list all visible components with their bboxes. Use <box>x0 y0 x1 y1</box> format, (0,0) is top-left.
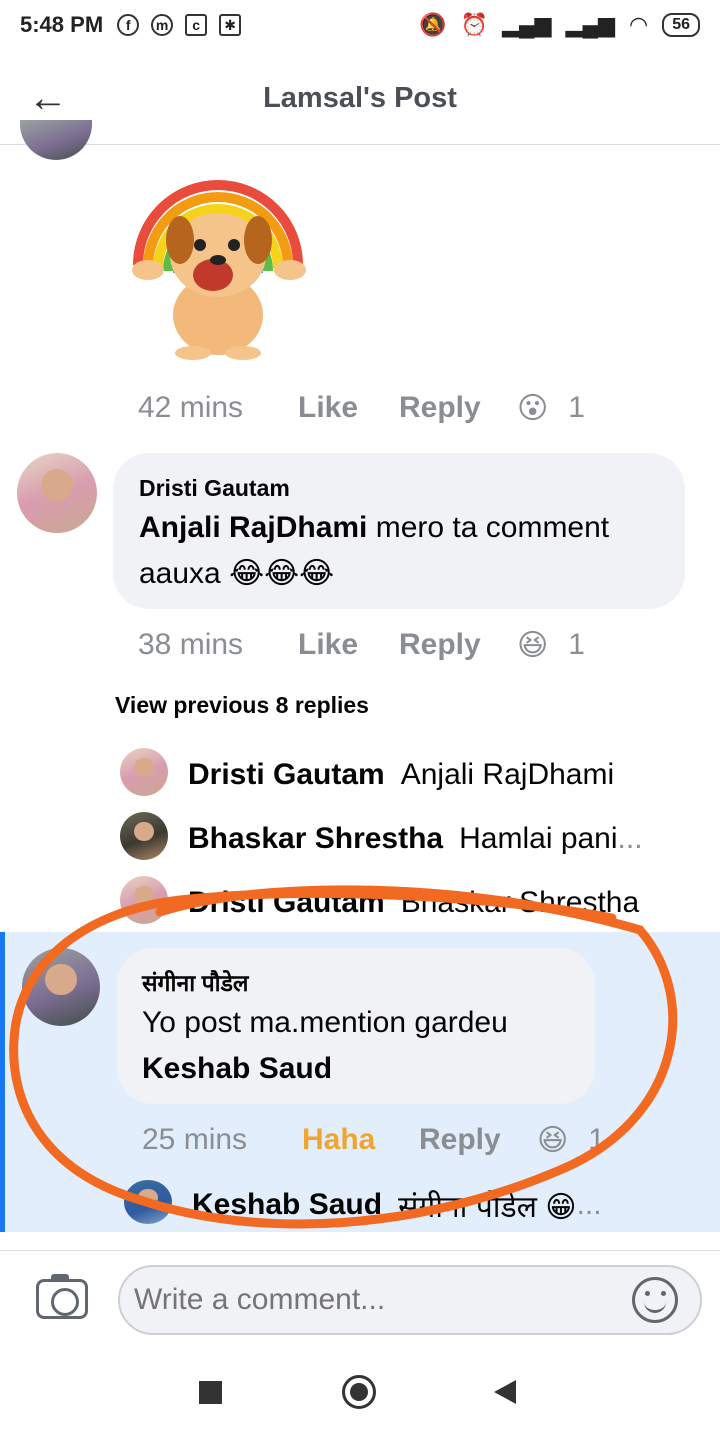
system-nav-bar <box>0 1345 720 1440</box>
reply-preview[interactable]: Keshab Saud संगीना पौडेल 😁 ... <box>124 1180 644 1230</box>
status-bar: 5:48 PM f m c ✱ 🔕 ⏰ ▂▄▆ ▂▄▆ ◠ 56 <box>0 0 720 50</box>
reaction-count[interactable]: 1 <box>568 391 585 425</box>
comment-actions: 42 mins Like Reply 😮 1 <box>138 388 585 428</box>
app-icon: ✱ <box>219 14 242 36</box>
status-app-icons: f m c ✱ <box>117 14 242 36</box>
reply-author[interactable]: Bhaskar Shrestha <box>188 822 443 856</box>
haha-reaction-icon[interactable]: 😆 <box>517 628 548 663</box>
facebook-icon: f <box>117 14 140 36</box>
reply-button[interactable]: Reply <box>399 628 517 662</box>
app-header: ← Lamsal's Post <box>0 50 720 145</box>
signal-icon: ▂▄▆ <box>502 12 552 37</box>
comment-text: Anjali RajDhami mero ta comment aauxa 😂😂… <box>139 505 669 597</box>
comment-input[interactable] <box>118 1265 702 1335</box>
comment-bubble[interactable]: संगीना पौडेल Yo post ma.mention gardeu K… <box>117 948 595 1104</box>
haha-reaction-icon[interactable]: 😆 <box>537 1123 568 1158</box>
comment-text-line1: mero ta comment <box>367 511 610 544</box>
avatar[interactable] <box>20 120 92 160</box>
comment-text-line2: aauxa 😂😂😂 <box>139 557 335 590</box>
avatar[interactable] <box>22 948 100 1026</box>
like-button[interactable]: Like <box>298 391 399 425</box>
signal-icon: ▂▄▆ <box>565 12 615 37</box>
comment-text-line1: Yo post ma.mention gardeu <box>142 1006 508 1039</box>
comment-bubble[interactable]: Dristi Gautam Anjali RajDhami mero ta co… <box>113 453 685 609</box>
haha-button[interactable]: Haha <box>302 1123 419 1157</box>
mention-link[interactable]: Keshab Saud <box>142 1052 332 1085</box>
page-title: Lamsal's Post <box>263 82 457 114</box>
alarm-icon: ⏰ <box>460 12 489 37</box>
reply-text: Anjali RajDhami <box>400 758 615 791</box>
smiley-icon[interactable] <box>632 1277 678 1323</box>
reaction-count[interactable]: 1 <box>588 1123 605 1157</box>
reply-preview[interactable]: Bhaskar Shrestha Hamlai pani ... <box>120 814 690 864</box>
comment-text: Yo post ma.mention gardeu Keshab Saud <box>142 1000 582 1092</box>
mention-link[interactable]: Anjali RajDhami <box>139 511 367 544</box>
reply-author[interactable]: Dristi Gautam <box>188 886 385 920</box>
reply-text: Bhaskar Shrestha <box>400 886 640 919</box>
dog-rainbow-sticker <box>132 180 306 360</box>
home-icon[interactable] <box>342 1375 376 1409</box>
reply-author[interactable]: Dristi Gautam <box>188 758 385 792</box>
reply-preview[interactable]: Dristi Gautam Anjali RajDhami <box>120 750 690 800</box>
reply-button[interactable]: Reply <box>399 391 517 425</box>
wifi-icon: ◠ <box>629 12 649 37</box>
comment-time[interactable]: 38 mins <box>138 628 298 662</box>
recent-apps-icon[interactable] <box>199 1381 222 1404</box>
app-icon: c <box>185 14 208 36</box>
reply-author[interactable]: Keshab Saud <box>192 1188 382 1222</box>
ellipsis: ... <box>576 1188 602 1221</box>
avatar[interactable] <box>17 453 97 533</box>
comment-time[interactable]: 42 mins <box>138 391 298 425</box>
wow-reaction-icon[interactable]: 😮 <box>517 391 548 426</box>
status-time: 5:48 PM <box>20 12 104 37</box>
comment-author[interactable]: संगीना पौडेल <box>142 966 249 998</box>
reply-button[interactable]: Reply <box>419 1123 537 1157</box>
comment-author[interactable]: Dristi Gautam <box>139 475 290 502</box>
comment-actions: 25 mins Haha Reply 😆 1 <box>142 1120 605 1160</box>
back-icon[interactable] <box>494 1380 516 1404</box>
messenger-icon: m <box>151 14 174 36</box>
comment-composer <box>0 1250 720 1345</box>
reply-text: Hamlai pani <box>459 822 618 855</box>
comment-actions: 38 mins Like Reply 😆 1 <box>138 625 585 665</box>
status-right: 🔕 ⏰ ▂▄▆ ▂▄▆ ◠ 56 <box>419 12 700 38</box>
comment-time[interactable]: 25 mins <box>142 1123 302 1157</box>
camera-icon[interactable] <box>36 1274 88 1319</box>
view-previous-replies-link[interactable]: View previous 8 replies <box>115 692 369 719</box>
reaction-count[interactable]: 1 <box>568 628 585 662</box>
reply-preview[interactable]: Dristi Gautam Bhaskar Shrestha <box>120 878 690 928</box>
ellipsis: ... <box>617 822 643 855</box>
like-button[interactable]: Like <box>298 628 399 662</box>
reply-text: संगीना पौडेल 😁 <box>398 1190 577 1224</box>
mute-icon: 🔕 <box>419 12 447 37</box>
battery-indicator: 56 <box>662 13 700 37</box>
